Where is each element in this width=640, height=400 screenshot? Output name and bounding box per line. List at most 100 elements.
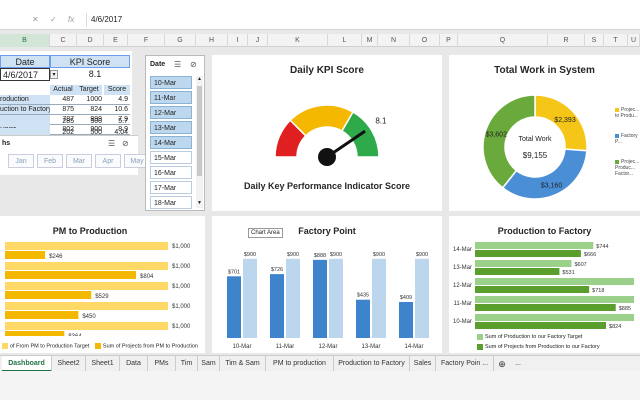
sheet-tab-sam[interactable]: Sam xyxy=(198,356,220,372)
x-tick-label: 10-Mar xyxy=(232,344,251,350)
month-item-apr[interactable]: Apr xyxy=(95,154,121,168)
column-header-l[interactable]: L xyxy=(328,34,362,47)
score-cell: 10.6 xyxy=(104,105,130,115)
sheet-tab-tim[interactable]: Tim xyxy=(176,356,198,372)
target-label: $900 xyxy=(373,252,385,258)
actual-label: $666 xyxy=(584,252,596,258)
score-cell: 4.9 xyxy=(104,95,130,105)
sheet-tab-sheet1[interactable]: Sheet1 xyxy=(86,356,120,372)
dashboard-area: Date KPI Score 4/6/2017 ▾ 8.1 Actual Targ… xyxy=(0,47,640,353)
column-header-n[interactable]: N xyxy=(378,34,410,47)
column-header-k[interactable]: K xyxy=(268,34,328,47)
date-item[interactable]: 13-Mar xyxy=(150,121,192,134)
date-item[interactable]: 10-Mar xyxy=(150,76,192,89)
month-item-feb[interactable]: Feb xyxy=(37,154,63,168)
sheet-tab-sheet2[interactable]: Sheet2 xyxy=(52,356,86,372)
sheet-tab-pms[interactable]: PMs xyxy=(148,356,176,372)
function-icon[interactable]: fx xyxy=(68,15,74,24)
column-header-h[interactable]: H xyxy=(196,34,228,47)
sheet-tab-tim-sam[interactable]: Tim & Sam xyxy=(220,356,266,372)
actual-cell: 487 xyxy=(50,95,76,105)
legend-item: Projec... Produc... Factor... xyxy=(615,159,640,177)
column-header-s[interactable]: S xyxy=(585,34,604,47)
donut-value-label: $3,160 xyxy=(541,183,563,190)
target-cell: 500 xyxy=(90,118,102,125)
column-header-r[interactable]: R xyxy=(548,34,585,47)
target-label: $1,000 xyxy=(172,304,191,310)
date-item[interactable]: 11-Mar xyxy=(150,91,192,104)
column-header-d[interactable]: D xyxy=(77,34,104,47)
date-item[interactable]: 16-Mar xyxy=(150,166,192,179)
target-bar xyxy=(475,242,594,249)
date-item[interactable]: 12-Mar xyxy=(150,106,192,119)
column-header-i[interactable]: I xyxy=(228,34,248,47)
production-factory-card[interactable]: Production to Factory 14-Mar $744 $666 13-M… xyxy=(449,216,640,353)
legend-item: Factory P... xyxy=(615,133,640,145)
factory-point-card[interactable]: Factory Point Chart Area $701 $900 10-Mar $… xyxy=(212,216,442,353)
dropdown-icon[interactable]: ▾ xyxy=(50,70,58,79)
column-header-j[interactable]: J xyxy=(248,34,268,47)
cancel-icon[interactable]: ✕ xyxy=(32,15,39,24)
actual-bar xyxy=(5,331,65,336)
sheet-tab-production-to-factory[interactable]: Production to Factory xyxy=(334,356,410,372)
factory-point-title: Factory Point xyxy=(298,226,356,236)
column-header-f[interactable]: F xyxy=(128,34,165,47)
score-cell: 5.7 xyxy=(118,118,128,125)
date-item[interactable]: 15-Mar xyxy=(150,151,192,164)
target-bar xyxy=(286,258,300,338)
column-header-t[interactable]: T xyxy=(604,34,628,47)
actual-label: $529 xyxy=(95,294,109,300)
column-header-o[interactable]: O xyxy=(410,34,440,47)
target-bar xyxy=(5,282,168,290)
target-bar xyxy=(475,260,572,267)
column-header-b[interactable]: B xyxy=(0,34,50,47)
target-label: $607 xyxy=(575,262,587,268)
month-item-mar[interactable]: Mar xyxy=(66,154,92,168)
target-bar xyxy=(5,322,168,330)
formula-bar: ✕ ✓ fx 4/6/2017 xyxy=(0,0,640,30)
factory-point-chart: $701 $900 10-Mar $726 $900 11-Mar $888 $900 12-M… xyxy=(227,252,429,350)
gauge-card[interactable]: Daily KPI Score 8.1 Daily Key Performanc… xyxy=(212,55,442,211)
date-slicer: Date ☰ ⊘ 10-Mar 11-Mar 12-Mar 13-Mar 14-Mar 1… xyxy=(145,55,205,211)
date-item[interactable]: 18-Mar xyxy=(150,196,192,209)
enter-icon[interactable]: ✓ xyxy=(50,15,57,24)
sheet-tab-data[interactable]: Data xyxy=(120,356,148,372)
actual-bar xyxy=(475,304,616,311)
column-header-g[interactable]: G xyxy=(165,34,196,47)
scroll-down-icon[interactable]: ▼ xyxy=(196,200,203,206)
sheet-tab-dashboard[interactable]: Dashboard xyxy=(2,356,52,372)
clear-filter-icon[interactable]: ⊘ xyxy=(190,60,197,69)
scroll-thumb[interactable] xyxy=(197,86,202,176)
actual-label: $885 xyxy=(619,306,631,312)
month-item-jan[interactable]: Jan xyxy=(8,154,34,168)
target-label: $900 xyxy=(287,252,299,258)
date-item[interactable]: 17-Mar xyxy=(150,181,192,194)
more-tabs-icon[interactable]: ... xyxy=(512,356,524,372)
column-header-u[interactable]: U xyxy=(628,34,640,47)
pm-production-card[interactable]: PM to Production $1,000 $246 $1,000 $804 $1,… xyxy=(0,216,205,353)
date-label: Date xyxy=(0,55,50,68)
column-header-m[interactable]: M xyxy=(362,34,378,47)
date-item[interactable]: 14-Mar xyxy=(150,136,192,149)
target-label: $900 xyxy=(244,252,256,258)
scroll-up-icon[interactable]: ▲ xyxy=(196,76,203,82)
date-cell[interactable]: 4/6/2017 xyxy=(0,68,50,81)
actual-bar xyxy=(356,299,370,338)
total-work-card[interactable]: Total Work in System $2,393 $3,160 $3,602 … xyxy=(449,55,640,211)
sheet-tab-factory-poin[interactable]: Factory Poin ... xyxy=(436,356,494,372)
column-header-p[interactable]: P xyxy=(440,34,458,47)
formula-input[interactable]: 4/6/2017 xyxy=(86,13,640,27)
column-header-e[interactable]: E xyxy=(104,34,128,47)
clear-filter-icon[interactable]: ⊘ xyxy=(122,139,129,148)
add-sheet-icon[interactable]: ⊕ xyxy=(496,356,508,372)
sheet-tab-pm-to-production[interactable]: PM to production xyxy=(266,356,334,372)
multi-select-icon[interactable]: ☰ xyxy=(174,60,181,69)
slicer-scrollbar[interactable]: ▲ ▼ xyxy=(196,76,203,208)
pm-production-title: PM to Production xyxy=(52,226,128,236)
actual-label: $804 xyxy=(140,274,154,280)
multi-select-icon[interactable]: ☰ xyxy=(108,139,115,148)
sheet-tab-sales[interactable]: Sales xyxy=(410,356,436,372)
column-header-q[interactable]: Q xyxy=(458,34,548,47)
target-bar xyxy=(475,278,634,285)
column-header-c[interactable]: C xyxy=(50,34,77,47)
